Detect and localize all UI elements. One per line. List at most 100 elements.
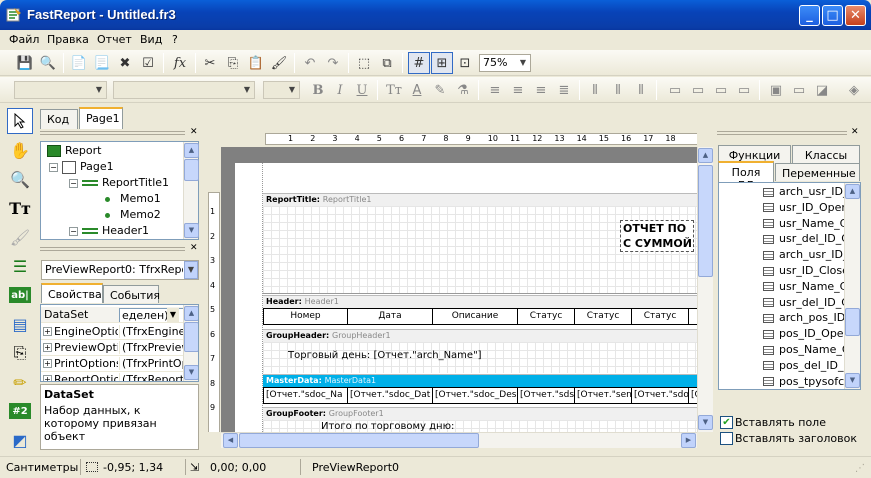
design-surface[interactable]: ReportTitle: ReportTitle1 ОТЧЕТ ПО С СУМ… xyxy=(221,147,697,432)
master-cell-status2[interactable]: [Отчет."sen xyxy=(574,387,632,404)
collapse-icon[interactable]: − xyxy=(69,179,78,188)
expand-icon[interactable]: + xyxy=(43,327,52,336)
property-scrollbar[interactable]: ▲ ▼ xyxy=(183,305,198,381)
scroll-thumb[interactable] xyxy=(698,165,713,277)
picture-tool-icon[interactable]: ▤ xyxy=(7,311,33,337)
scroll-thumb[interactable] xyxy=(184,322,198,352)
master-cell-description[interactable]: [Отчет."sdoc_Des xyxy=(432,387,518,404)
scroll-up-icon[interactable]: ▲ xyxy=(184,143,199,158)
field-item[interactable]: usr_ID_Oper xyxy=(763,201,846,214)
header-cell-status1[interactable]: Статус xyxy=(517,308,575,325)
font-settings-icon[interactable]: Tт xyxy=(383,79,405,101)
header-cell-status2[interactable]: Статус xyxy=(574,308,632,325)
prop-row-printoptions[interactable]: + PrintOptions (TfrxPrintOpt xyxy=(41,356,196,372)
master-cell-status3[interactable]: [Отчет."sdo xyxy=(631,387,689,404)
tree-item-page1[interactable]: − Page1 xyxy=(49,160,114,174)
tab-classes[interactable]: Классы xyxy=(792,145,860,163)
frame-top-icon[interactable]: ▭ xyxy=(664,79,686,101)
minimize-button[interactable]: _ xyxy=(799,5,820,26)
designer-hscrollbar[interactable]: ◀ ▶ xyxy=(221,432,697,448)
menu-report[interactable]: Отчет xyxy=(97,33,132,46)
band-tool-icon[interactable]: ☰ xyxy=(7,253,33,279)
memo-tool-icon[interactable]: ab| xyxy=(9,287,31,303)
title-bar[interactable]: FastReport - Untitled.fr3 _ □ ✕ xyxy=(0,0,871,30)
shadow-icon[interactable]: ◪ xyxy=(811,79,833,101)
font-color-icon[interactable]: A xyxy=(406,79,428,101)
header-cell-date[interactable]: Дата xyxy=(347,308,433,325)
band-groupfooter[interactable]: Итого по торговому дню: xyxy=(263,420,697,432)
field-item[interactable]: usr_Name_C xyxy=(763,280,847,293)
underline-icon[interactable]: U xyxy=(351,79,373,101)
prop-row-dataset[interactable]: DataSet еделен) ▼ xyxy=(41,307,196,323)
align-left-icon[interactable]: ≡ xyxy=(484,79,506,101)
memo-title[interactable]: ОТЧЕТ ПО С СУММОЙ xyxy=(620,220,694,252)
field-item[interactable]: arch_pos_ID xyxy=(763,311,845,324)
new-report-icon[interactable]: 📄 xyxy=(68,52,90,74)
scroll-right-icon[interactable]: ▶ xyxy=(681,433,696,448)
fields-scrollbar[interactable]: ▲ ▼ xyxy=(844,183,860,389)
function-icon[interactable]: fx xyxy=(169,52,191,74)
group-header-text[interactable]: Торговый день: [Отчет."arch_Name"] xyxy=(288,350,482,361)
align-to-grid-icon[interactable]: ⊞ xyxy=(431,52,453,74)
field-item[interactable]: pos_del_ID_ xyxy=(763,359,843,372)
field-item[interactable]: pos_ID_Oper xyxy=(763,327,848,340)
draw-tool-icon[interactable]: ✏ xyxy=(7,369,33,395)
master-cell-date[interactable]: [Отчет."sdoc_Dat xyxy=(347,387,433,404)
zoom-tool-icon[interactable]: 🔍 xyxy=(7,166,33,192)
tree-item-memo2[interactable]: Memo2 xyxy=(105,208,161,221)
paste-icon[interactable]: 📋 xyxy=(245,52,267,74)
field-item[interactable]: arch_usr_ID_ xyxy=(763,185,848,198)
field-item[interactable]: usr_del_ID_C xyxy=(763,296,849,309)
close-icon[interactable]: ✕ xyxy=(190,127,198,137)
scroll-down-icon[interactable]: ▼ xyxy=(698,415,713,430)
scroll-up-icon[interactable]: ▲ xyxy=(845,184,860,199)
master-cell-status4[interactable]: [О xyxy=(688,387,697,404)
ungroup-icon[interactable]: ⧉ xyxy=(376,52,398,74)
expand-icon[interactable]: + xyxy=(43,343,52,352)
frame-right-icon[interactable]: ▭ xyxy=(733,79,755,101)
scroll-left-icon[interactable]: ◀ xyxy=(223,433,238,448)
menu-view[interactable]: Вид xyxy=(140,33,162,46)
resize-grip-icon[interactable]: ⋰ xyxy=(855,463,865,474)
frame-left-icon[interactable]: ▭ xyxy=(710,79,732,101)
tree-item-memo1[interactable]: Memo1 xyxy=(105,192,161,205)
tree-item-header1[interactable]: − Header1 xyxy=(69,224,149,237)
redo-icon[interactable]: ↷ xyxy=(322,52,344,74)
band-groupheader[interactable]: Торговый день: [Отчет."arch_Name"] xyxy=(263,342,697,373)
select-tool-icon[interactable] xyxy=(7,108,33,134)
tab-events[interactable]: События xyxy=(103,285,160,303)
band-reporttitle-header[interactable]: ReportTitle: ReportTitle1 xyxy=(263,193,697,206)
band-masterdata[interactable]: [Отчет."sdoc_Na [Отчет."sdoc_Dat [Отчет.… xyxy=(263,387,697,405)
text-tool-icon[interactable]: Tт xyxy=(7,195,33,221)
maximize-button[interactable]: □ xyxy=(822,5,843,26)
splitter[interactable] xyxy=(203,130,206,450)
prop-row-engineoptions[interactable]: + EngineOptior (TfrxEngineO xyxy=(41,324,196,340)
header-cell-status4[interactable]: Ст xyxy=(688,308,697,325)
frame-all-icon[interactable]: ▣ xyxy=(765,79,787,101)
cut-icon[interactable]: ✂ xyxy=(199,52,221,74)
close-icon[interactable]: ✕ xyxy=(190,243,198,253)
highlight-icon[interactable]: ✎ xyxy=(429,79,451,101)
group-footer-text[interactable]: Итого по торговому дню: xyxy=(321,421,454,432)
tree-item-reporttitle1[interactable]: − ReportTitle1 xyxy=(69,176,169,189)
valign-middle-icon[interactable]: ⫴ xyxy=(607,79,629,101)
font-name-combo[interactable]: ▼ xyxy=(113,81,255,99)
close-icon[interactable]: ✕ xyxy=(851,127,859,137)
collapse-icon[interactable]: − xyxy=(69,227,78,236)
field-item[interactable]: pos_tpysofc xyxy=(763,375,844,388)
collapse-icon[interactable]: − xyxy=(49,163,58,172)
format-painter-icon[interactable]: 🖌 xyxy=(268,52,290,74)
tab-page1[interactable]: Page1 xyxy=(79,107,123,129)
zoom-combo[interactable]: 75% ▼ xyxy=(479,54,531,72)
prop-row-previewoptions[interactable]: + PreviewOptic (TfrxPreview xyxy=(41,340,196,356)
new-page-icon[interactable]: 📃 xyxy=(91,52,113,74)
prop-row-reportoptions[interactable]: + ReportOptior (TfrxReportO xyxy=(41,372,196,381)
format-tool-icon[interactable]: 🖌 xyxy=(7,224,33,250)
field-item[interactable]: usr_del_ID_C xyxy=(763,232,849,245)
scroll-down-icon[interactable]: ▼ xyxy=(845,373,860,388)
tree-scrollbar[interactable]: ▲ ▼ xyxy=(183,142,199,239)
scroll-thumb[interactable] xyxy=(239,433,479,448)
scroll-up-icon[interactable]: ▲ xyxy=(698,148,713,163)
tab-code[interactable]: Код xyxy=(40,109,78,129)
object-selector[interactable]: PreViewReport0: TfrxReport ▼ xyxy=(41,260,199,280)
